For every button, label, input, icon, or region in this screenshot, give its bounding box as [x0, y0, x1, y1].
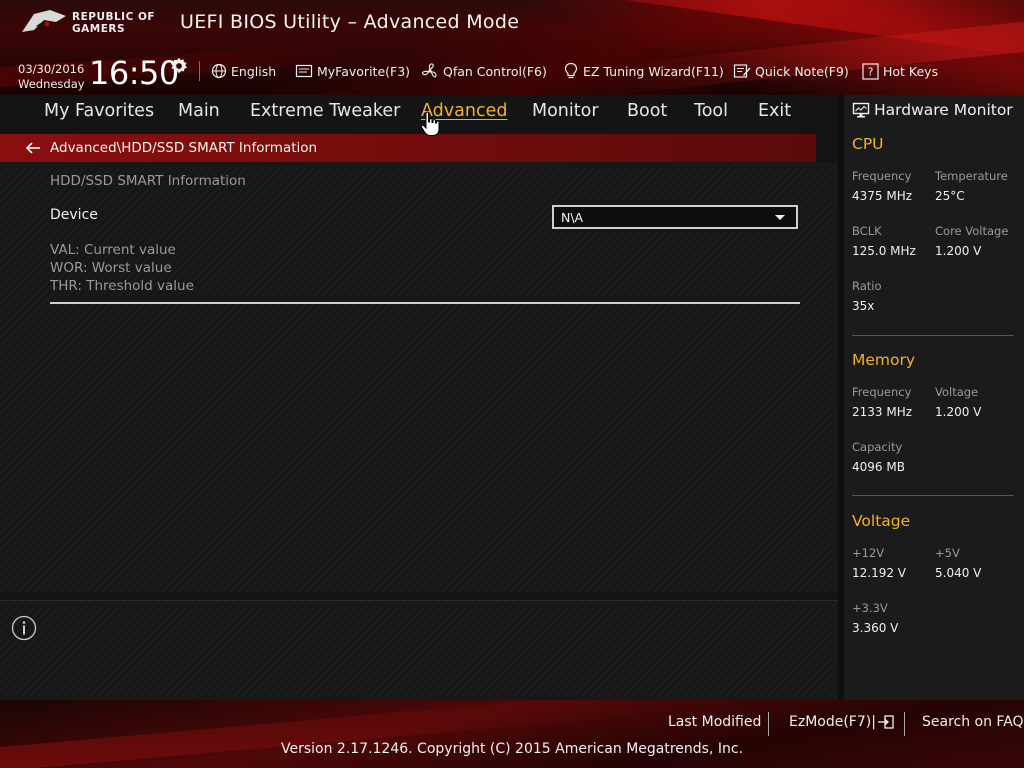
hw-divider: [852, 495, 1014, 496]
cpu-section-title: CPU: [852, 135, 884, 153]
tab-boot[interactable]: Boot: [627, 101, 667, 121]
note-icon: [733, 64, 751, 78]
my-favorite-label: MyFavorite(F3): [317, 63, 411, 79]
ez-mode-button[interactable]: EzMode(F7)|: [789, 714, 895, 730]
hot-keys-button[interactable]: ? Hot Keys: [862, 61, 938, 81]
cpu-core-voltage-value: 1.200 V: [935, 244, 982, 258]
cpu-core-voltage-label: Core Voltage: [935, 224, 1009, 238]
last-modified-button[interactable]: Last Modified: [668, 714, 761, 730]
globe-icon: [211, 63, 227, 79]
cpu-ratio-value: 35x: [852, 299, 875, 313]
tab-monitor[interactable]: Monitor: [532, 101, 599, 121]
memory-frequency-value: 2133 MHz: [852, 405, 913, 419]
breadcrumb: Advanced\HDD/SSD SMART Information: [0, 134, 816, 162]
footer-divider: [768, 712, 769, 736]
hardware-monitor-title: Hardware Monitor: [874, 101, 1013, 119]
cpu-temperature-label: Temperature: [935, 169, 1008, 183]
hot-keys-label: Hot Keys: [883, 63, 939, 79]
my-favorite-button[interactable]: MyFavorite(F3): [295, 61, 410, 81]
v33-value: 3.360 V: [852, 621, 899, 635]
section-title: HDD/SSD SMART Information: [50, 173, 246, 189]
bulb-icon: [564, 62, 578, 79]
favorite-icon: [295, 64, 313, 78]
hand-cursor-icon: [420, 111, 440, 136]
ez-tuning-wizard-button[interactable]: EZ Tuning Wizard(F11): [563, 61, 724, 81]
gear-icon[interactable]: [170, 57, 188, 75]
copyright-text: Version 2.17.1246. Copyright (C) 2015 Am…: [280, 741, 744, 757]
monitor-icon: [852, 102, 870, 118]
time-display: 16:50: [89, 54, 179, 92]
cpu-bclk-value: 125.0 MHz: [852, 244, 916, 258]
hw-divider: [852, 335, 1014, 336]
ez-tuning-wizard-label: EZ Tuning Wizard(F11): [583, 63, 724, 79]
language-label: English: [231, 63, 277, 79]
memory-voltage-label: Voltage: [935, 385, 979, 399]
cpu-bclk-label: BCLK: [852, 224, 882, 238]
memory-voltage-value: 1.200 V: [935, 405, 982, 419]
legend-wor: WOR: Worst value: [50, 260, 172, 276]
rog-eye-icon: [22, 10, 66, 32]
legend-thr: THR: Threshold value: [50, 278, 194, 294]
cpu-frequency-label: Frequency: [852, 169, 912, 183]
cpu-temperature-value: 25°C: [935, 189, 965, 203]
footer-bar: Last Modified EzMode(F7)| Search on FAQ …: [0, 700, 1024, 768]
device-select[interactable]: N\A: [552, 205, 798, 229]
help-icon: ?: [862, 62, 879, 80]
ez-mode-label: EzMode(F7)|: [789, 714, 876, 730]
date-display: 03/30/2016: [18, 62, 85, 76]
footer-divider: [904, 712, 905, 736]
weekday-display: Wednesday: [18, 77, 85, 91]
brand-line2: GAMERS: [72, 23, 126, 35]
device-select-value: N\A: [561, 209, 584, 225]
quick-note-label: Quick Note(F9): [755, 63, 849, 79]
header-bar: REPUBLIC OF GAMERS UEFI BIOS Utility – A…: [0, 0, 1024, 95]
tab-my-favorites[interactable]: My Favorites: [44, 101, 154, 121]
tab-main[interactable]: Main: [178, 101, 220, 121]
v5-label: +5V: [935, 546, 960, 560]
device-label: Device: [50, 207, 98, 223]
hardware-monitor-panel: Hardware Monitor CPU Frequency Temperatu…: [838, 95, 1024, 700]
cpu-ratio-label: Ratio: [852, 279, 882, 293]
app-title: UEFI BIOS Utility – Advanced Mode: [180, 11, 520, 33]
tab-exit[interactable]: Exit: [758, 101, 791, 121]
memory-capacity-label: Capacity: [852, 440, 903, 454]
settings-panel: HDD/SSD SMART Information Device N\A VAL…: [0, 162, 838, 592]
back-arrow-icon[interactable]: [24, 140, 42, 156]
section-divider: [50, 302, 800, 304]
v12-label: +12V: [852, 546, 885, 560]
breadcrumb-path: Advanced\HDD/SSD SMART Information: [50, 140, 318, 156]
quick-note-button[interactable]: Quick Note(F9): [733, 61, 849, 81]
hardware-monitor-header: Hardware Monitor: [852, 101, 1013, 119]
tab-tool[interactable]: Tool: [694, 101, 728, 121]
voltage-section-title: Voltage: [852, 512, 911, 530]
rog-logo: REPUBLIC OF GAMERS: [20, 8, 165, 38]
memory-frequency-label: Frequency: [852, 385, 912, 399]
v12-value: 12.192 V: [852, 566, 907, 580]
qfan-control-button[interactable]: Qfan Control(F6): [421, 61, 547, 81]
v33-label: +3.3V: [852, 601, 888, 615]
fan-icon: [421, 63, 437, 78]
brand-line1: REPUBLIC OF: [72, 11, 156, 23]
qfan-control-label: Qfan Control(F6): [443, 63, 547, 79]
tab-extreme-tweaker[interactable]: Extreme Tweaker: [250, 101, 400, 121]
info-icon: [11, 615, 37, 641]
cpu-frequency-value: 4375 MHz: [852, 189, 913, 203]
legend-val: VAL: Current value: [50, 242, 176, 258]
memory-capacity-value: 4096 MB: [852, 460, 905, 474]
search-faq-button[interactable]: Search on FAQ: [922, 714, 1024, 730]
help-bar: [0, 600, 838, 700]
memory-section-title: Memory: [852, 351, 916, 369]
exit-icon: [877, 715, 894, 729]
chevron-down-icon: [775, 215, 785, 220]
main-nav: My Favorites Main Extreme Tweaker Advanc…: [0, 95, 838, 127]
language-button[interactable]: English: [211, 61, 276, 81]
svg-text:?: ?: [868, 65, 874, 78]
v5-value: 5.040 V: [935, 566, 982, 580]
